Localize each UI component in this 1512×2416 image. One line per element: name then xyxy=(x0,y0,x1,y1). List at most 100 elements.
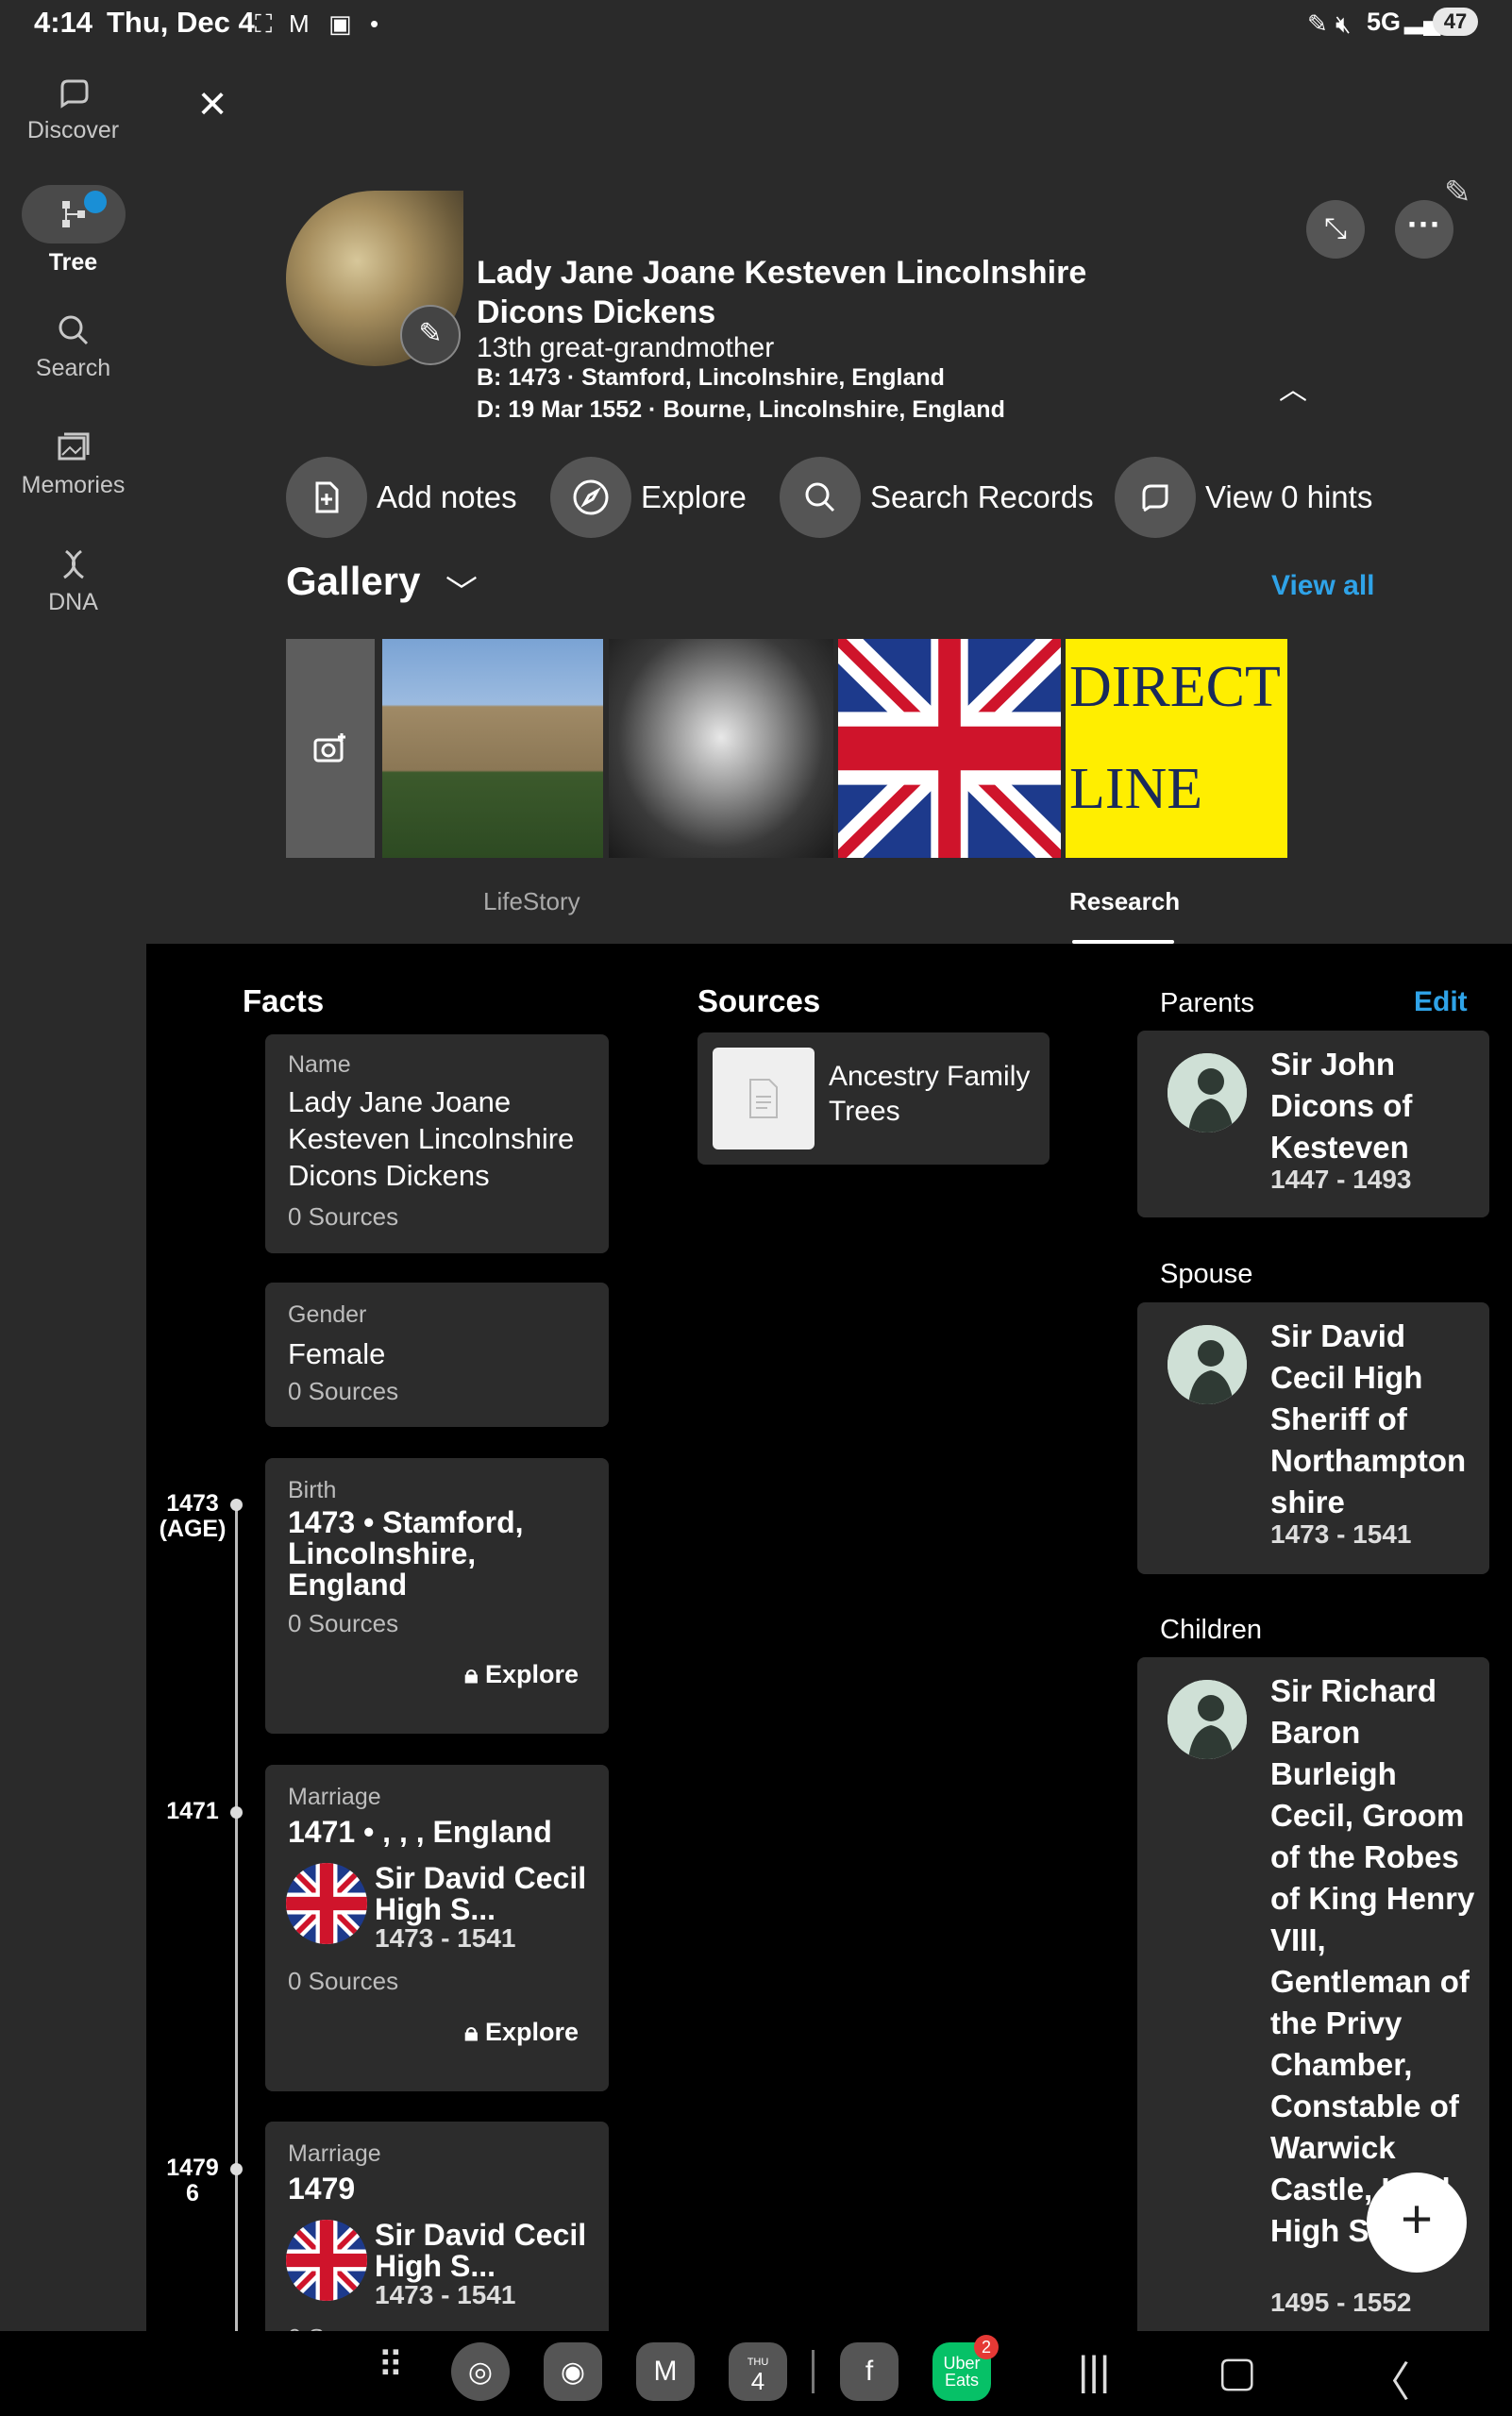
collapse-button[interactable]: ︿ xyxy=(1279,366,1307,408)
camera-icon[interactable]: ◉ xyxy=(544,2342,602,2401)
fact-sources: 0 Sources xyxy=(288,1967,399,1995)
gmail-icon: M xyxy=(289,9,310,38)
parent-name: Sir John Dicons of Kesteven xyxy=(1270,1047,1413,1165)
discover-icon xyxy=(60,79,88,109)
explore-label: Explore xyxy=(484,2018,579,2046)
fact-card-name[interactable]: Name Lady Jane Joane Kesteven Lincolnshi… xyxy=(265,1034,609,1253)
add-note-icon xyxy=(286,457,367,538)
recents-icon: ||| xyxy=(1078,2348,1111,2394)
nav-label: DNA xyxy=(48,589,98,615)
timeline-label: 1473 (AGE) xyxy=(145,1491,240,1542)
calendar-icon: ▣ xyxy=(328,9,352,38)
tab-research[interactable]: Research xyxy=(1069,887,1180,916)
view-all-link[interactable]: View all xyxy=(1271,570,1375,602)
explore-button[interactable]: 🔒︎ Explore xyxy=(464,1660,579,1690)
lock-icon: 🔒︎ xyxy=(464,1660,485,1688)
fact-label: Birth xyxy=(288,1477,337,1503)
app-drawer-icon[interactable]: ⠿ xyxy=(378,2344,404,2387)
gallery-photo-direct-line[interactable]: DIRECT LINE xyxy=(1066,639,1287,858)
person-silhouette-icon xyxy=(1168,1680,1247,1759)
nav-label: Search xyxy=(35,355,111,381)
back-button[interactable]: 〈 xyxy=(1369,2348,1410,2408)
nav-label: Memories xyxy=(21,472,126,498)
nav-memories[interactable]: Memories xyxy=(0,428,146,499)
explore-button[interactable]: 🔒︎ Explore xyxy=(464,2018,579,2048)
gmail-app-icon[interactable]: M xyxy=(636,2342,695,2401)
timeline-year: 1479 xyxy=(166,2155,219,2181)
uber-eats-icon[interactable]: Uber Eats 2 xyxy=(932,2335,999,2401)
pen-icon: ✎ xyxy=(1307,9,1328,38)
children-heading: Children xyxy=(1160,1615,1262,1645)
edit-family-link[interactable]: Edit xyxy=(1414,986,1468,1018)
fact-label: Gender xyxy=(288,1301,367,1328)
marriage-spouse-dates: 1473 - 1541 xyxy=(375,1923,516,1953)
nav-tree[interactable]: Tree xyxy=(0,185,146,277)
tree-icon xyxy=(21,185,126,243)
direct-line-text: DIRECT xyxy=(1069,655,1281,719)
birth-summary: B: 1473 · Stamford, Lincolnshire, Englan… xyxy=(477,364,945,391)
edit-person-button[interactable]: ✎ xyxy=(1444,174,1491,221)
fact-card-gender[interactable]: Gender Female 0 Sources xyxy=(265,1283,609,1427)
network-label: 5G xyxy=(1367,8,1402,36)
chrome-icon[interactable]: ◎ xyxy=(451,2342,510,2401)
document-icon xyxy=(713,1048,815,1149)
gallery-title: Gallery xyxy=(286,559,421,603)
close-button[interactable]: × xyxy=(189,79,236,128)
add-photo-button[interactable] xyxy=(286,639,375,858)
facts-heading: Facts xyxy=(243,983,325,1018)
marriage-spouse-name[interactable]: Sir David Cecil High S... xyxy=(375,2220,592,2282)
notification-dot xyxy=(83,191,107,213)
fact-value: Female xyxy=(288,1337,386,1370)
action-label: View 0 hints xyxy=(1205,479,1373,514)
add-photo-icon xyxy=(313,733,345,763)
explore-button[interactable]: Explore xyxy=(550,457,747,538)
back-icon: 〈 xyxy=(1369,2359,1410,2406)
action-label: Explore xyxy=(641,479,747,514)
gallery-photo-portrait[interactable] xyxy=(609,639,833,858)
recents-button[interactable]: ||| xyxy=(1078,2348,1110,2395)
source-card[interactable]: Ancestry Family Trees xyxy=(697,1032,1050,1165)
gallery-photo-union-flag[interactable] xyxy=(838,639,1061,858)
fact-card-marriage[interactable]: Marriage 1479 Sir David Cecil High S... … xyxy=(265,2122,609,2367)
view-hints-button[interactable]: View 0 hints xyxy=(1115,457,1372,538)
sources-heading: Sources xyxy=(697,983,821,1018)
gallery-toggle[interactable]: ﹀ xyxy=(445,566,478,612)
nav-discover[interactable]: Discover xyxy=(0,74,146,144)
home-button[interactable]: ▢ xyxy=(1218,2348,1257,2396)
spouse-dates: 1473 - 1541 xyxy=(1270,1519,1412,1549)
calendar-app-icon[interactable]: THU 4 xyxy=(729,2342,787,2401)
timeline-label: 1479 6 xyxy=(145,2156,240,2206)
spouse-name: Sir David Cecil High Sheriff of Northamp… xyxy=(1270,1318,1467,1519)
fact-card-marriage[interactable]: Marriage 1471 • , , , England Sir David … xyxy=(265,1765,609,2091)
uber-eats-label: Uber Eats xyxy=(943,2354,981,2390)
nav-label: Discover xyxy=(26,117,120,143)
dot-icon: • xyxy=(370,9,379,38)
battery-icon: 47 xyxy=(1433,8,1478,36)
tab-lifestory[interactable]: LifeStory xyxy=(483,887,580,916)
fact-label: Name xyxy=(288,1051,351,1078)
plus-icon: + xyxy=(1401,2189,1433,2250)
minimize-button[interactable]: ⤡ xyxy=(1306,200,1365,259)
action-label: Search Records xyxy=(870,479,1094,514)
fact-card-birth[interactable]: Birth 1473 • Stamford, Lincolnshire, Eng… xyxy=(265,1458,609,1734)
marriage-spouse-name[interactable]: Sir David Cecil High S... xyxy=(375,1863,592,1925)
hint-leaf-icon xyxy=(1115,457,1196,538)
add-notes-button[interactable]: Add notes xyxy=(286,457,517,538)
search-records-button[interactable]: Search Records xyxy=(780,457,1094,538)
relationship: 13th great-grandmother xyxy=(477,332,775,363)
facebook-icon[interactable]: f xyxy=(840,2342,899,2401)
spouse-flag-avatar xyxy=(286,1863,367,1944)
spouse-card[interactable]: Sir David Cecil High Sheriff of Northamp… xyxy=(1137,1302,1489,1574)
parent-card[interactable]: Sir John Dicons of Kesteven 1447 - 1493 xyxy=(1137,1031,1489,1217)
edit-photo-button[interactable]: ✎ xyxy=(400,305,461,365)
notification-badge: 2 xyxy=(974,2335,999,2359)
gallery-photo-church[interactable] xyxy=(382,639,603,858)
nav-dna[interactable]: DNA xyxy=(0,545,146,616)
person-silhouette-icon xyxy=(1168,1325,1247,1404)
pencil-icon: ✎ xyxy=(418,318,443,349)
chevron-down-icon: ﹀ xyxy=(445,575,478,611)
action-label: Add notes xyxy=(377,479,517,514)
add-fab-button[interactable]: + xyxy=(1367,2173,1467,2273)
compass-icon xyxy=(550,457,631,538)
nav-search[interactable]: Search xyxy=(0,311,146,382)
